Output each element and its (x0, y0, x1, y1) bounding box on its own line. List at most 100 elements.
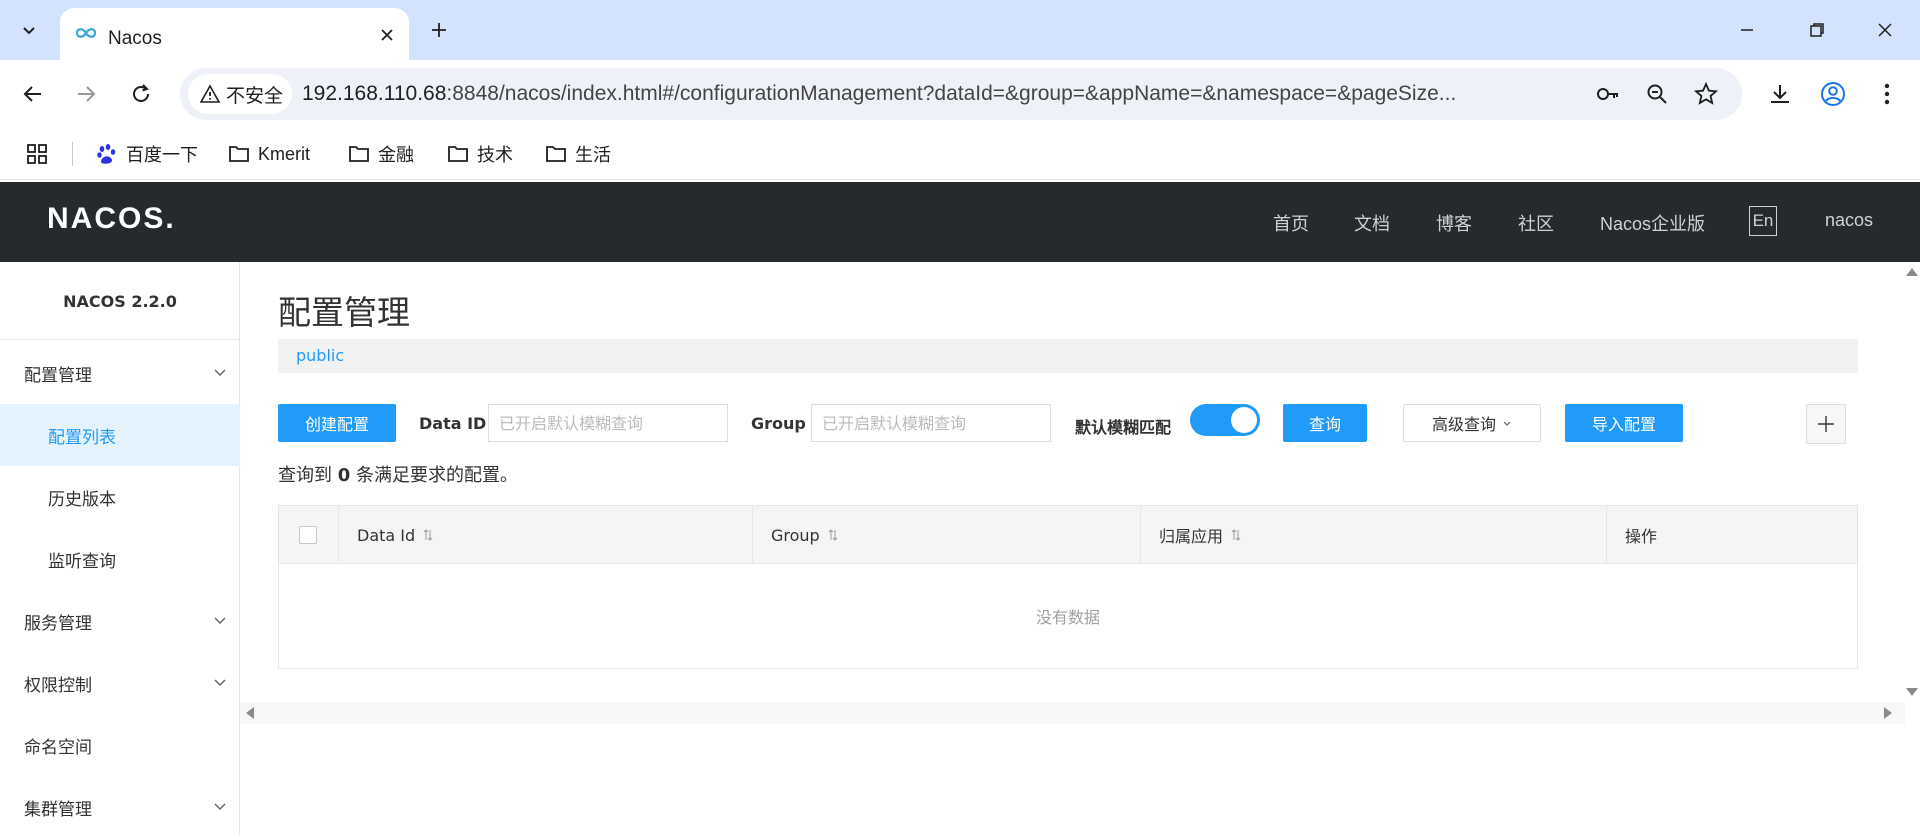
tab-search-button[interactable] (8, 10, 50, 50)
nav-blog[interactable]: 博客 (1436, 210, 1472, 236)
bookmark-label: 技术 (477, 145, 513, 165)
zoom-icon[interactable] (1643, 80, 1671, 108)
sort-icon (1231, 529, 1241, 541)
data-id-label: Data ID (419, 414, 487, 433)
chevron-down-icon (214, 617, 226, 625)
reload-icon (133, 84, 149, 102)
close-tab-button[interactable] (374, 22, 400, 48)
column-label: 操作 (1625, 527, 1658, 546)
bookmark-baidu[interactable]: 百度一下 (96, 138, 198, 170)
close-icon (381, 29, 393, 41)
table-header: Data Id Group 归属应用 操作 (279, 506, 1857, 564)
bookmark-folder-kmerit[interactable]: Kmerit (228, 138, 310, 170)
nav-home[interactable]: 首页 (1273, 210, 1309, 236)
bookmark-folder-life[interactable]: 生活 (545, 138, 611, 170)
column-label: Group (771, 525, 820, 545)
sidebar-item-label: 配置管理 (24, 365, 92, 386)
nav-enterprise[interactable]: Nacos企业版 (1600, 210, 1705, 236)
forward-button[interactable] (69, 77, 103, 111)
user-name[interactable]: nacos (1825, 210, 1873, 231)
chevron-down-icon (23, 27, 35, 35)
sort-icon (828, 529, 838, 541)
sort-icon (423, 529, 433, 541)
folder-icon (349, 146, 369, 162)
minimize-button[interactable] (1724, 12, 1770, 48)
language-toggle[interactable]: En (1749, 206, 1777, 236)
security-chip[interactable]: 不安全 (188, 74, 292, 114)
password-key-icon[interactable] (1594, 80, 1622, 108)
horizontal-scrollbar[interactable] (240, 702, 1905, 724)
bookmark-folder-tech[interactable]: 技术 (447, 138, 513, 170)
close-window-button[interactable] (1862, 12, 1908, 48)
version-label: NACOS 2.2.0 (63, 292, 177, 311)
profile-button[interactable] (1816, 77, 1850, 111)
nav-docs[interactable]: 文档 (1354, 210, 1390, 236)
url-text[interactable]: 192.168.110.68:8848/nacos/index.html#/co… (302, 82, 1456, 106)
group-input[interactable] (811, 404, 1051, 442)
fuzzy-match-switch[interactable] (1190, 404, 1260, 436)
sidebar-item-config-management[interactable]: 配置管理 (0, 342, 240, 404)
result-suffix: 条满足要求的配置。 (356, 465, 518, 486)
arrow-left-icon (23, 86, 41, 102)
folder-icon (448, 146, 468, 162)
address-bar[interactable]: 不安全 192.168.110.68:8848/nacos/index.html… (180, 68, 1742, 120)
column-header-data-id[interactable]: Data Id (339, 506, 753, 564)
column-header-app[interactable]: 归属应用 (1141, 506, 1607, 564)
scroll-down-arrow[interactable] (1906, 688, 1918, 696)
config-table: Data Id Group 归属应用 操作 没有数据 (278, 505, 1858, 669)
sidebar-item-label: 集群管理 (24, 799, 92, 820)
url-path: :8848/nacos/index.html#/configurationMan… (446, 82, 1457, 105)
sidebar-item-listener-query[interactable]: 监听查询 (0, 528, 240, 590)
back-button[interactable] (16, 77, 50, 111)
import-config-button[interactable]: 导入配置 (1565, 404, 1683, 442)
scroll-left-arrow[interactable] (246, 707, 254, 719)
sidebar-item-service-management[interactable]: 服务管理 (0, 590, 240, 652)
sidebar-item-history[interactable]: 历史版本 (0, 466, 240, 528)
chevron-down-icon (214, 679, 226, 687)
sidebar-item-label: 权限控制 (24, 675, 92, 696)
folder-icon (229, 146, 249, 162)
browser-menu-button[interactable] (1870, 77, 1904, 111)
advanced-query-button[interactable]: 高级查询 (1403, 404, 1541, 442)
query-button[interactable]: 查询 (1283, 404, 1367, 442)
select-all-checkbox[interactable] (299, 526, 317, 544)
restore-icon (1810, 23, 1824, 37)
download-icon (1771, 85, 1789, 103)
sidebar-divider (0, 339, 240, 340)
scroll-right-arrow[interactable] (1884, 707, 1892, 719)
result-count: 0 (337, 465, 351, 486)
namespace-public[interactable]: public (296, 346, 344, 365)
profile-icon (1821, 82, 1845, 106)
bookmark-label: 百度一下 (126, 145, 198, 165)
nav-community[interactable]: 社区 (1518, 210, 1554, 236)
download-button[interactable] (1763, 77, 1797, 111)
browser-tab-bar: Nacos (0, 0, 1920, 60)
group-label: Group (751, 414, 806, 433)
create-config-button[interactable]: 创建配置 (278, 404, 396, 442)
new-tab-button[interactable] (424, 15, 454, 45)
add-button[interactable] (1806, 404, 1846, 444)
nacos-logo[interactable]: NACOS. (47, 202, 176, 236)
bookmark-star-icon[interactable] (1692, 80, 1720, 108)
column-header-group[interactable]: Group (753, 506, 1141, 564)
vertical-scrollbar[interactable] (1904, 262, 1920, 702)
bookmark-folder-finance[interactable]: 金融 (348, 138, 414, 170)
sidebar-item-access-control[interactable]: 权限控制 (0, 652, 240, 714)
apps-button[interactable] (26, 138, 48, 170)
sidebar-item-cluster-management[interactable]: 集群管理 (0, 776, 240, 838)
data-id-input[interactable] (488, 404, 728, 442)
scroll-up-arrow[interactable] (1906, 268, 1918, 276)
restore-button[interactable] (1794, 12, 1840, 48)
bookmark-label: 金融 (378, 145, 414, 165)
namespace-bar: public (278, 339, 1858, 373)
sidebar-item-namespace[interactable]: 命名空间 (0, 714, 240, 776)
baidu-paw-icon (97, 144, 116, 164)
switch-knob (1231, 407, 1257, 433)
reload-button[interactable] (124, 77, 158, 111)
browser-toolbar: 不安全 192.168.110.68:8848/nacos/index.html… (0, 60, 1920, 128)
browser-tab[interactable]: Nacos (60, 8, 409, 60)
bookmarks-bar: 百度一下 Kmerit 金融 技术 生活 (0, 128, 1920, 180)
sidebar-item-label: 服务管理 (24, 613, 92, 634)
sidebar-item-config-list[interactable]: 配置列表 (0, 404, 240, 466)
main-content: 配置管理 public 创建配置 Data ID Group 默认模糊匹配 查询… (240, 262, 1920, 835)
